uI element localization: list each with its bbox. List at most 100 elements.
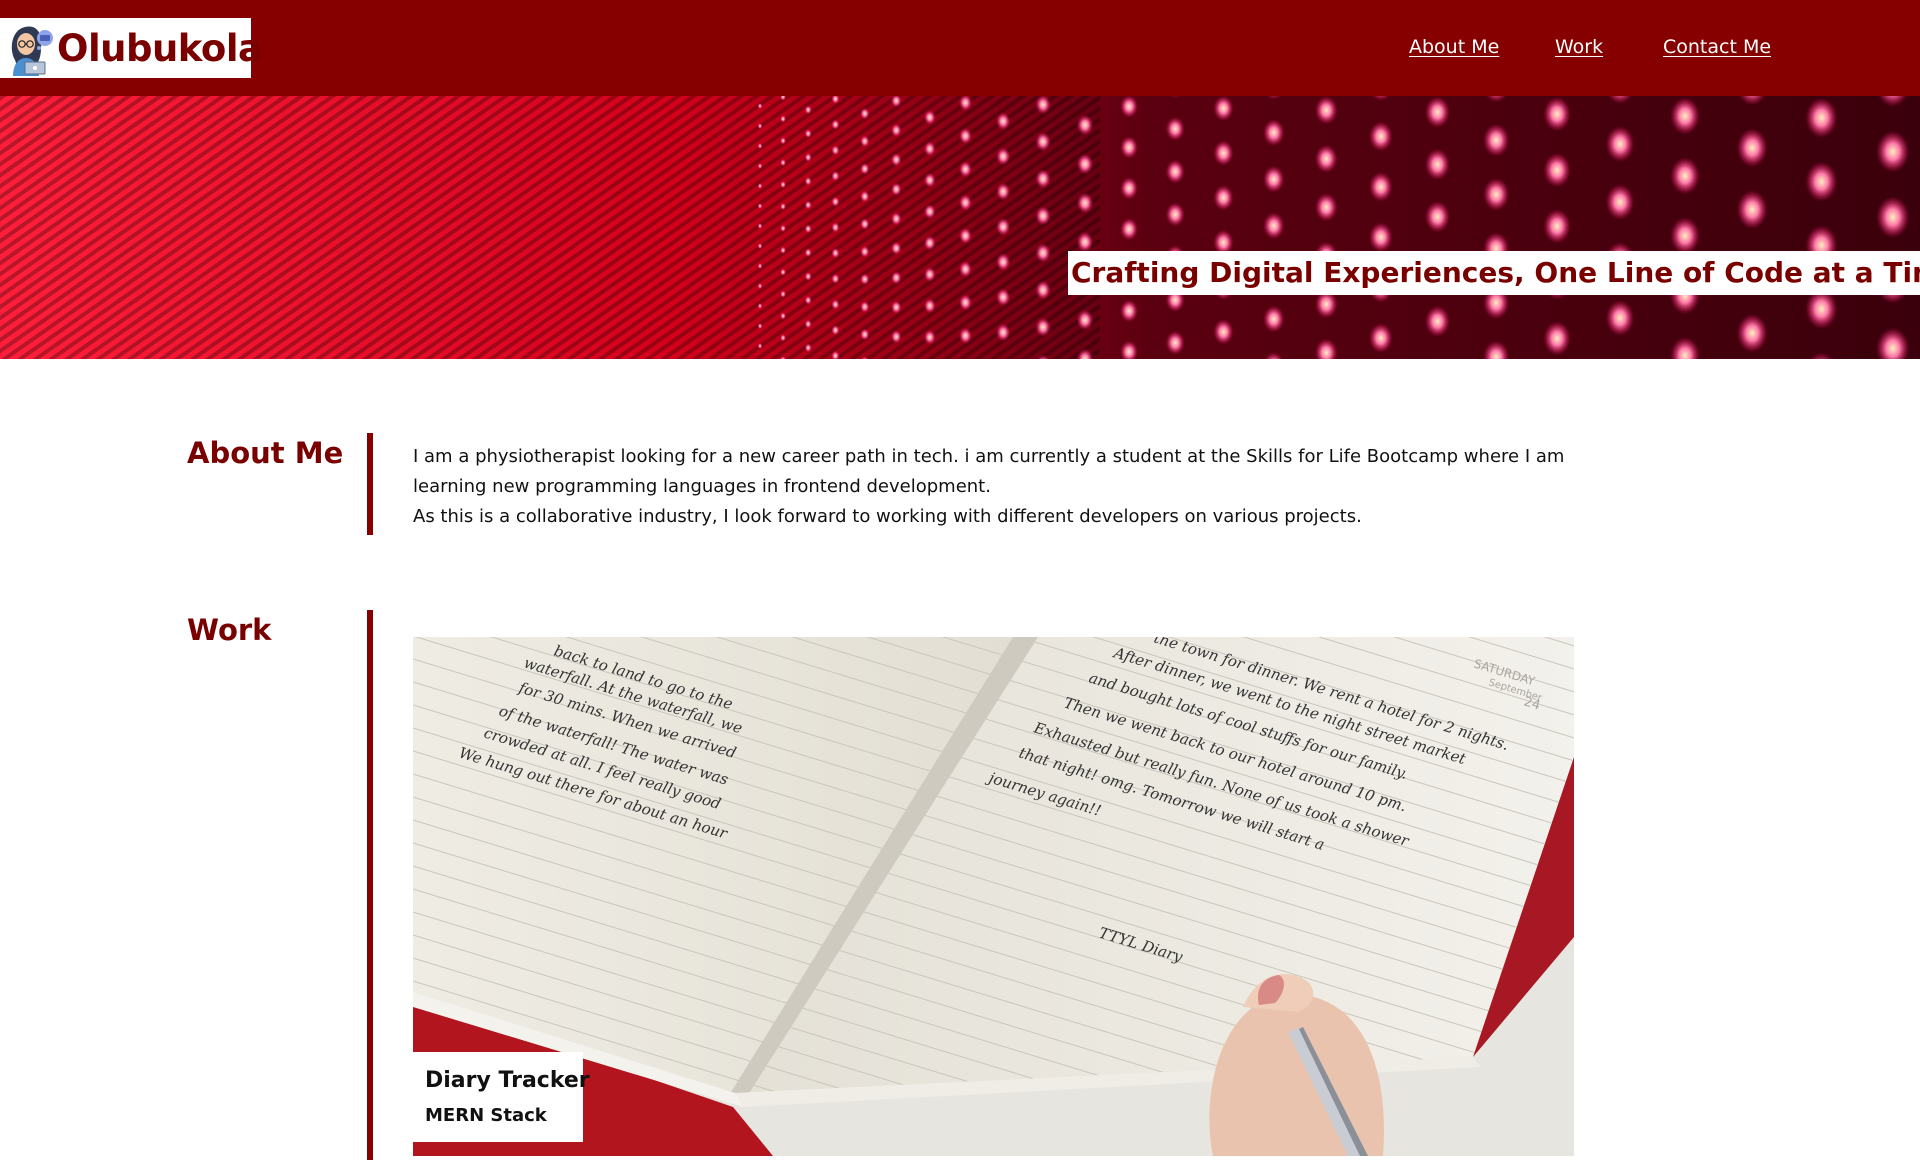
hero-led-dot — [831, 196, 840, 207]
hero-led-dot — [831, 324, 840, 336]
nav-link-contact-me[interactable]: Contact Me — [1663, 36, 1771, 58]
hero-led-dot — [1876, 130, 1910, 173]
hero-led-dot — [757, 303, 763, 309]
hero-banner: Crafting Digital Experiences, One Line o… — [0, 96, 1920, 359]
hero-led-dot — [780, 246, 787, 254]
hero-led-dot — [996, 253, 1011, 271]
hero-led-dot — [1483, 123, 1510, 157]
hero-led-dot — [1543, 321, 1571, 356]
hero-led-dot — [923, 329, 936, 345]
hero-led-background-image — [0, 96, 1920, 359]
work-heading: Work — [187, 613, 272, 647]
hero-led-dot — [996, 112, 1011, 131]
hero-led-dot — [780, 268, 787, 276]
hero-led-dot — [860, 300, 870, 313]
hero-led-dot — [923, 141, 936, 157]
hero-led-dot — [780, 202, 787, 211]
hero-led-dot — [860, 190, 870, 203]
hero-led-dot — [1076, 114, 1094, 136]
hero-led-dot — [1543, 209, 1571, 244]
hero-led-dot — [780, 115, 787, 123]
hero-led-dot — [1035, 206, 1051, 226]
hero-led-dot — [1035, 243, 1051, 263]
hero-led-dot — [860, 162, 870, 175]
hero-led-dot — [958, 260, 973, 278]
hero-led-dot — [1035, 280, 1051, 300]
hero-led-dot — [1483, 177, 1510, 211]
hero-led-dot — [804, 295, 812, 305]
hero-led-dot — [804, 343, 812, 353]
about-text: I am a physiotherapist looking for a new… — [413, 442, 1593, 532]
hero-led-dot — [1805, 97, 1838, 139]
hero-led-dot — [860, 273, 870, 286]
hero-led-dot — [1605, 300, 1635, 336]
hero-led-dot — [757, 323, 763, 329]
hero-led-dot — [1424, 201, 1451, 233]
about-divider — [367, 433, 373, 535]
hero-led-dot — [1314, 193, 1338, 222]
hero-led-dot — [996, 182, 1011, 201]
hero-led-dot — [804, 224, 812, 234]
hero-led-dot — [780, 224, 787, 233]
hero-led-dot — [1213, 96, 1234, 122]
hero-led-dot — [890, 153, 902, 167]
hero-led-dot — [1736, 128, 1768, 168]
hero-led-dot — [757, 183, 763, 189]
hero-led-dot — [780, 312, 787, 320]
hero-led-dot — [1120, 177, 1139, 200]
hero-led-dot — [1213, 140, 1234, 166]
hero-led-dot — [757, 143, 763, 149]
top-navbar: Olubukola About Me Work Contact Me — [0, 0, 1920, 96]
nav-link-work[interactable]: Work — [1555, 36, 1603, 58]
hero-led-dot — [890, 271, 902, 285]
hero-led-dot — [1120, 136, 1139, 159]
hero-led-dot — [804, 129, 812, 139]
hero-led-dot — [1263, 212, 1285, 240]
hero-led-dot — [923, 266, 936, 282]
hero-led-dot — [890, 241, 902, 255]
hero-led-dot — [996, 217, 1011, 236]
hero-led-dot — [1368, 171, 1393, 202]
hero-led-dot — [1165, 116, 1185, 141]
hero-led-dot — [1876, 196, 1910, 239]
hero-led-dot — [804, 271, 812, 281]
hero-led-dot — [780, 290, 787, 298]
about-paragraph-2: As this is a collaborative industry, I l… — [413, 506, 1362, 527]
hero-led-dot — [1424, 96, 1451, 128]
hero-led-dot — [890, 300, 902, 314]
hero-led-dot — [780, 137, 787, 145]
hero-led-dot — [1035, 131, 1051, 152]
hero-led-dot — [1263, 165, 1285, 193]
hero-led-dot — [757, 103, 763, 109]
hero-led-dot — [1605, 126, 1635, 162]
hero-led-dot — [1076, 153, 1094, 175]
hero-led-dot — [1076, 231, 1094, 253]
hero-led-dot — [1368, 323, 1393, 353]
hero-led-dot — [860, 245, 870, 258]
hero-led-dot — [1120, 96, 1139, 118]
hero-led-dot — [996, 288, 1011, 307]
nav-link-about-me[interactable]: About Me — [1409, 36, 1499, 58]
hero-led-dot — [757, 283, 763, 289]
project-card-diary-tracker[interactable]: back to land to go to the waterfall. At … — [413, 637, 1574, 1156]
about-paragraph-1: I am a physiotherapist looking for a new… — [413, 446, 1565, 497]
hero-led-dot — [1670, 157, 1701, 195]
hero-led-dot — [1543, 152, 1571, 188]
hero-led-dot — [831, 170, 840, 182]
about-heading: About Me — [187, 436, 344, 470]
hero-led-dot — [860, 107, 870, 120]
hero-led-dot — [1424, 148, 1451, 181]
main-nav: About Me Work Contact Me — [0, 36, 1920, 66]
hero-led-dot — [1213, 185, 1234, 211]
hero-led-dot — [923, 298, 936, 314]
hero-led-dot — [804, 176, 812, 186]
hero-tagline: Crafting Digital Experiences, One Line o… — [1068, 251, 1920, 295]
hero-led-dot — [1670, 217, 1701, 255]
hero-led-dot — [1543, 96, 1571, 132]
project-stack: MERN Stack — [425, 1105, 547, 1126]
hero-led-dot — [1314, 96, 1338, 125]
hero-led-dot — [804, 319, 812, 329]
hero-led-dot — [1314, 144, 1338, 173]
hero-led-dot — [757, 343, 763, 349]
hero-led-dot — [1035, 317, 1051, 337]
